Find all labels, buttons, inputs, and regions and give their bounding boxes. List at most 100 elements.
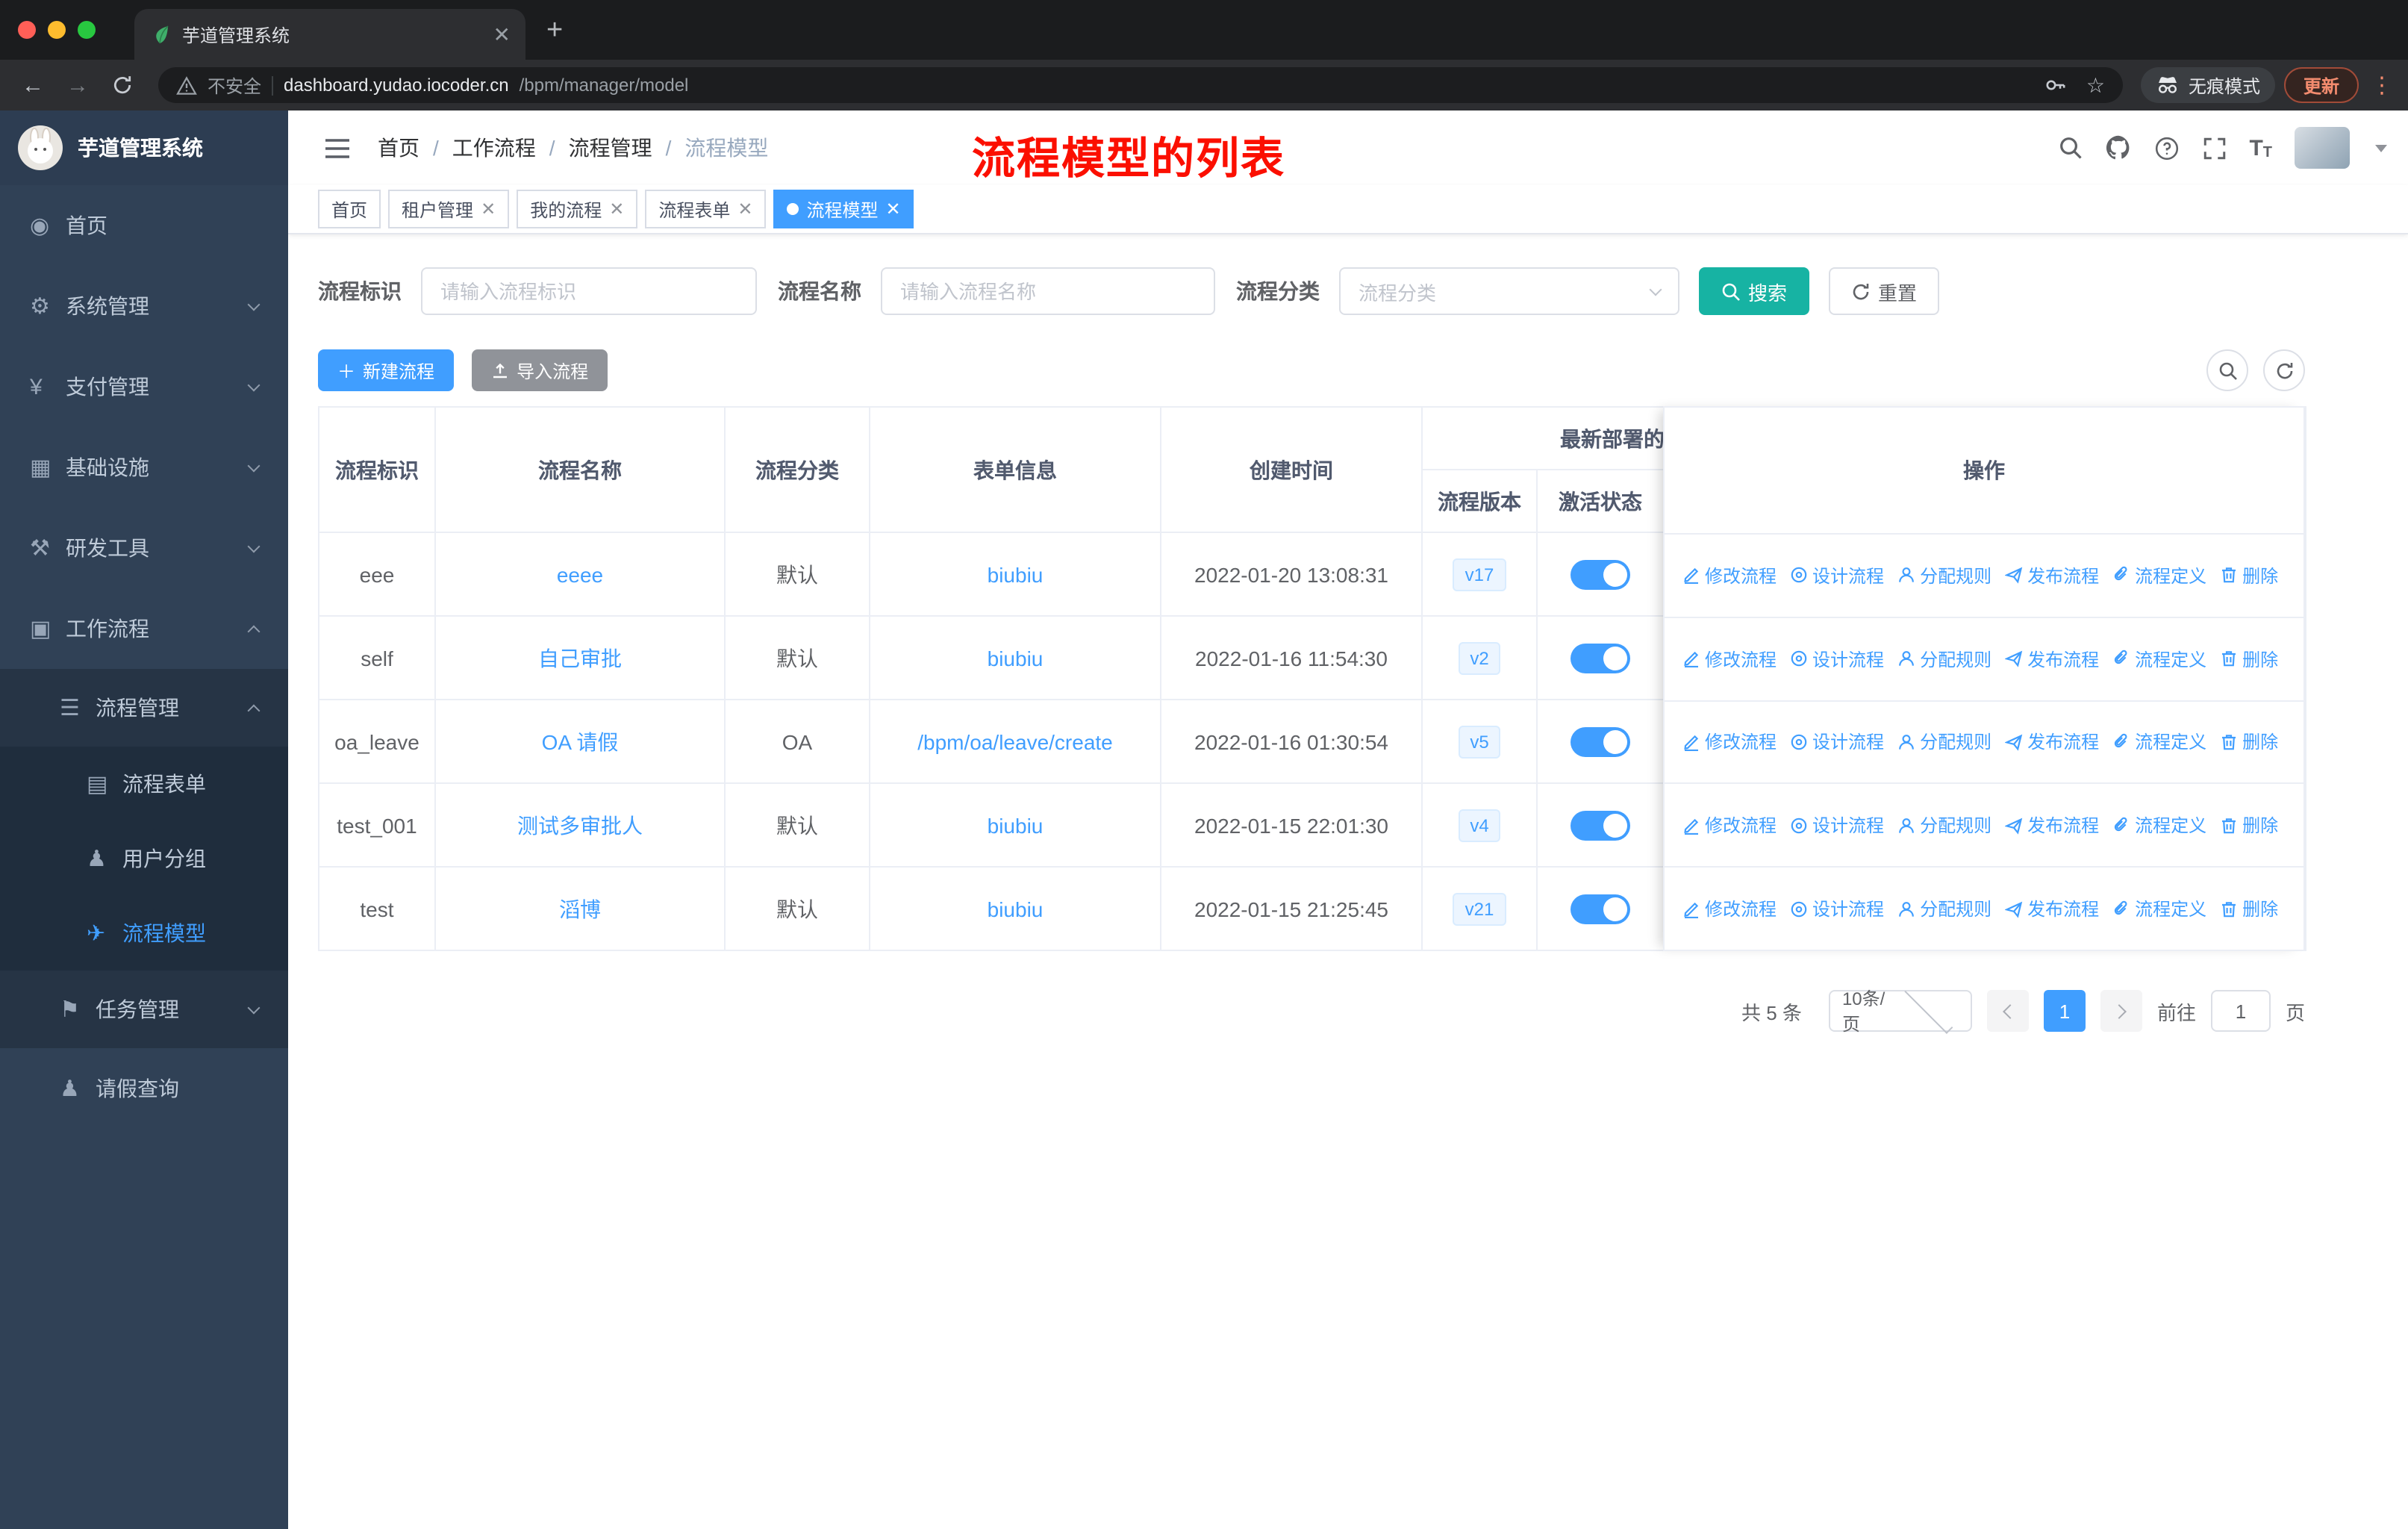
- delete-action-link[interactable]: 删除: [2220, 563, 2278, 588]
- browser-tab[interactable]: 芋道管理系统 ✕: [134, 9, 525, 60]
- publish-action-link[interactable]: 发布流程: [2005, 813, 2099, 838]
- definition-action-link[interactable]: 流程定义: [2112, 646, 2206, 671]
- edit-action-link[interactable]: 修改流程: [1682, 813, 1777, 838]
- form-link[interactable]: biubiu: [988, 897, 1044, 921]
- sidebar-item-user-group[interactable]: ♟ 用户分组: [0, 821, 288, 896]
- sidebar-item-task-management[interactable]: ⚑ 任务管理: [0, 971, 288, 1048]
- category-select[interactable]: 流程分类: [1339, 267, 1679, 315]
- publish-action-link[interactable]: 发布流程: [2005, 896, 2099, 921]
- font-size-icon[interactable]: TT: [2249, 135, 2272, 161]
- active-toggle[interactable]: [1570, 559, 1630, 589]
- hamburger-icon[interactable]: [324, 137, 351, 159]
- sidebar-item-devtools[interactable]: ⚒ 研发工具: [0, 508, 288, 588]
- back-button[interactable]: ←: [15, 74, 51, 96]
- model-name-link[interactable]: 自己审批: [538, 646, 622, 670]
- process-key-input[interactable]: [421, 267, 757, 315]
- fullscreen-icon[interactable]: [2201, 135, 2227, 161]
- sidebar-item-payment[interactable]: ¥ 支付管理: [0, 346, 288, 427]
- model-name-link[interactable]: 测试多审批人: [517, 813, 643, 837]
- publish-action-link[interactable]: 发布流程: [2005, 729, 2099, 755]
- form-link[interactable]: /bpm/oa/leave/create: [917, 729, 1113, 753]
- breadcrumb-item[interactable]: 工作流程: [452, 133, 536, 163]
- sidebar-item-home[interactable]: ◉ 首页: [0, 185, 288, 266]
- sidebar-item-infrastructure[interactable]: ▦ 基础设施: [0, 427, 288, 508]
- delete-action-link[interactable]: 删除: [2220, 896, 2278, 921]
- model-name-link[interactable]: OA 请假: [542, 729, 619, 753]
- tag-close-icon[interactable]: ✕: [609, 200, 624, 218]
- tag-close-icon[interactable]: ✕: [886, 200, 901, 218]
- search-button[interactable]: 搜索: [1699, 267, 1810, 315]
- sidebar-item-system[interactable]: ⚙ 系统管理: [0, 266, 288, 346]
- edit-action-link[interactable]: 修改流程: [1682, 563, 1777, 588]
- design-action-link[interactable]: 设计流程: [1790, 563, 1884, 588]
- edit-action-link[interactable]: 修改流程: [1682, 729, 1777, 755]
- tag-close-icon[interactable]: ✕: [481, 200, 496, 218]
- reload-button[interactable]: [105, 75, 140, 96]
- toggle-search-button[interactable]: [2206, 349, 2248, 391]
- sidebar-item-leave-query[interactable]: ♟ 请假查询: [0, 1048, 288, 1129]
- tag-home[interactable]: 首页: [318, 190, 381, 228]
- reset-button[interactable]: 重置: [1829, 267, 1940, 315]
- import-process-button[interactable]: 导入流程: [472, 349, 608, 391]
- create-process-button[interactable]: ＋ 新建流程: [318, 349, 455, 391]
- assign-action-link[interactable]: 分配规则: [1897, 729, 1991, 755]
- refresh-table-button[interactable]: [2263, 349, 2305, 391]
- prev-page-button[interactable]: [1986, 990, 2029, 1032]
- window-zoom-button[interactable]: [78, 21, 96, 39]
- edit-action-link[interactable]: 修改流程: [1682, 896, 1777, 921]
- tag-process-form[interactable]: 流程表单 ✕: [645, 190, 767, 228]
- delete-action-link[interactable]: 删除: [2220, 729, 2278, 755]
- update-button[interactable]: 更新: [2283, 67, 2359, 103]
- new-tab-button[interactable]: +: [546, 16, 563, 44]
- sidebar-item-process-management[interactable]: ☰ 流程管理: [0, 669, 288, 747]
- design-action-link[interactable]: 设计流程: [1790, 646, 1884, 671]
- sidebar-item-process-model[interactable]: ✈ 流程模型: [0, 896, 288, 971]
- delete-action-link[interactable]: 删除: [2220, 813, 2278, 838]
- active-toggle[interactable]: [1570, 726, 1630, 756]
- help-icon[interactable]: [2153, 135, 2179, 161]
- form-link[interactable]: biubiu: [988, 813, 1044, 837]
- tag-close-icon[interactable]: ✕: [737, 200, 752, 218]
- bookmark-star-icon[interactable]: ☆: [2086, 72, 2105, 98]
- delete-action-link[interactable]: 删除: [2220, 646, 2278, 671]
- tag-tenant[interactable]: 租户管理 ✕: [388, 190, 510, 228]
- github-icon[interactable]: [2104, 134, 2131, 161]
- model-name-link[interactable]: eeee: [557, 562, 603, 586]
- form-link[interactable]: biubiu: [988, 562, 1044, 586]
- design-action-link[interactable]: 设计流程: [1790, 729, 1884, 755]
- user-avatar[interactable]: [2295, 127, 2350, 169]
- design-action-link[interactable]: 设计流程: [1790, 813, 1884, 838]
- window-close-button[interactable]: [18, 21, 36, 39]
- tab-close-icon[interactable]: ✕: [493, 24, 511, 45]
- edit-action-link[interactable]: 修改流程: [1682, 646, 1777, 671]
- breadcrumb-item[interactable]: 首页: [378, 133, 419, 163]
- page-size-select[interactable]: 10条/页: [1828, 984, 1972, 1035]
- definition-action-link[interactable]: 流程定义: [2112, 729, 2206, 755]
- password-key-icon[interactable]: [2044, 73, 2068, 97]
- tag-process-model[interactable]: 流程模型 ✕: [773, 190, 914, 228]
- process-name-input[interactable]: [881, 267, 1215, 315]
- next-page-button[interactable]: [2100, 990, 2142, 1032]
- definition-action-link[interactable]: 流程定义: [2112, 896, 2206, 921]
- sidebar-item-workflow[interactable]: ▣ 工作流程: [0, 588, 288, 669]
- breadcrumb-item[interactable]: 流程管理: [569, 133, 652, 163]
- forward-button[interactable]: →: [60, 74, 96, 96]
- publish-action-link[interactable]: 发布流程: [2005, 563, 2099, 588]
- tag-my-process[interactable]: 我的流程 ✕: [517, 190, 638, 228]
- search-icon[interactable]: [2058, 136, 2082, 160]
- browser-menu-icon[interactable]: ⋮: [2371, 72, 2393, 99]
- assign-action-link[interactable]: 分配规则: [1897, 813, 1991, 838]
- definition-action-link[interactable]: 流程定义: [2112, 813, 2206, 838]
- assign-action-link[interactable]: 分配规则: [1897, 563, 1991, 588]
- sidebar-item-process-form[interactable]: ▤ 流程表单: [0, 747, 288, 821]
- active-toggle[interactable]: [1570, 810, 1630, 840]
- model-name-link[interactable]: 滔博: [559, 897, 601, 921]
- goto-page-input[interactable]: [2210, 990, 2271, 1032]
- active-toggle[interactable]: [1570, 643, 1630, 673]
- assign-action-link[interactable]: 分配规则: [1897, 896, 1991, 921]
- page-number-button[interactable]: 1: [2043, 990, 2086, 1032]
- active-toggle[interactable]: [1570, 894, 1630, 924]
- assign-action-link[interactable]: 分配规则: [1897, 646, 1991, 671]
- design-action-link[interactable]: 设计流程: [1790, 896, 1884, 921]
- window-minimize-button[interactable]: [48, 21, 66, 39]
